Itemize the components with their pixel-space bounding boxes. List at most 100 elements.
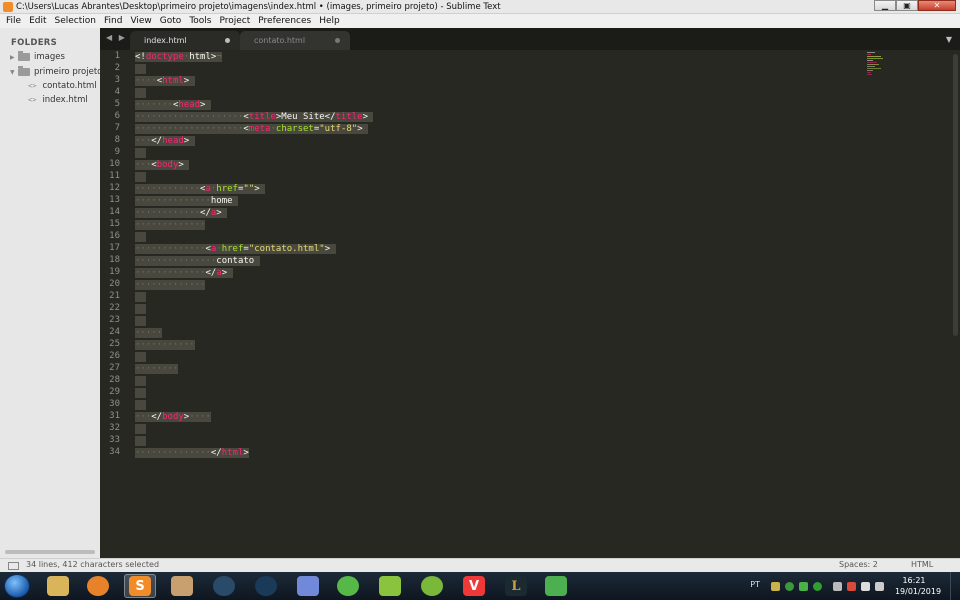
flag-icon[interactable] (847, 582, 856, 591)
line-number: 17 (109, 243, 120, 253)
code-line-19[interactable]: ·············</a> (135, 267, 233, 279)
sidebar-item-contato[interactable]: <> contato.html (28, 81, 97, 91)
menu-find[interactable]: Find (100, 16, 126, 26)
menu-project[interactable]: Project (215, 16, 254, 26)
show-desktop-button[interactable] (950, 572, 960, 600)
tray-app-icon[interactable] (833, 582, 842, 591)
code-line-1[interactable]: <!doctype·html>¬ (135, 51, 222, 63)
code-line-25[interactable]: ··········· (135, 339, 195, 351)
code-line-17[interactable]: ·············<a·href="contato.html"> (135, 243, 336, 255)
code-editor[interactable]: 1 2 3 4 5 6 7 8 9 10 11 12 13 14 15 16 1… (100, 50, 960, 558)
menu-view[interactable]: View (126, 16, 155, 26)
code-line-10[interactable]: ···<body> (135, 159, 190, 171)
tab-nav-arrows[interactable]: ◀ ▶ (106, 33, 127, 42)
menu-help[interactable]: Help (315, 16, 344, 26)
menu-selection[interactable]: Selection (51, 16, 100, 26)
code-line-11[interactable] (135, 171, 146, 183)
code-line-30[interactable] (135, 399, 146, 411)
tab-index-html[interactable]: index.html (130, 31, 240, 50)
code-line-15[interactable]: ············· (135, 219, 206, 231)
code-line-9[interactable] (135, 147, 146, 159)
media-player-icon[interactable] (82, 574, 114, 598)
minimap[interactable] (867, 52, 907, 102)
code-line-20[interactable]: ············· (135, 279, 206, 291)
android-icon[interactable] (374, 574, 406, 598)
code-line-22[interactable] (135, 303, 146, 315)
sidebar-item-index[interactable]: <> index.html (28, 95, 88, 105)
language-indicator[interactable]: PT (750, 580, 760, 589)
windows-start-icon[interactable] (4, 574, 30, 598)
bluestacks-icon[interactable] (540, 574, 572, 598)
code-line-24[interactable]: ····· (135, 327, 163, 339)
code-line-31[interactable]: ···</body>···· (135, 411, 211, 423)
editor-scrollbar[interactable] (953, 54, 958, 336)
tray-app-icon[interactable] (785, 582, 794, 591)
sidebar-item-primeiro-projeto[interactable]: ▼ primeiro projeto (10, 66, 102, 77)
code-line-34[interactable]: ··············</html> (135, 447, 249, 459)
title-bar: C:\Users\Lucas Abrantes\Desktop\primeiro… (0, 0, 960, 14)
menu-edit[interactable]: Edit (25, 16, 50, 26)
steam-icon[interactable] (250, 574, 282, 598)
code-line-32[interactable] (135, 423, 146, 435)
discord-icon[interactable] (292, 574, 324, 598)
menu-goto[interactable]: Goto (156, 16, 186, 26)
code-line-3[interactable]: ····<html> (135, 75, 195, 87)
tray-app-icon[interactable] (771, 582, 780, 591)
utorrent-icon[interactable] (332, 574, 364, 598)
sublime-text-icon[interactable]: S (124, 574, 156, 598)
code-line-4[interactable] (135, 87, 146, 99)
tray-app-icon[interactable] (799, 582, 808, 591)
code-line-26[interactable] (135, 351, 146, 363)
code-line-16[interactable] (135, 231, 146, 243)
code-line-18[interactable]: ···············contato (135, 255, 260, 267)
code-line-27[interactable]: ········ (135, 363, 179, 375)
panel-toggle-icon[interactable] (8, 562, 19, 570)
tab-contato-html[interactable]: contato.html (240, 31, 350, 50)
modified-dot-icon[interactable] (225, 38, 230, 43)
code-line-14[interactable]: ············</a> (135, 207, 228, 219)
menu-preferences[interactable]: Preferences (254, 16, 315, 26)
line-number: 2 (114, 63, 120, 73)
line-number: 11 (109, 171, 120, 181)
steam-alt-icon[interactable] (208, 574, 240, 598)
android-2-icon[interactable] (416, 574, 448, 598)
minimize-button[interactable]: ▁ (874, 0, 896, 11)
volume-icon[interactable] (875, 582, 884, 591)
syntax-setting[interactable]: HTML (911, 560, 933, 569)
triangle-down-icon[interactable]: ▼ (10, 69, 18, 76)
tray-app-icon[interactable] (813, 582, 822, 591)
sublime-app-icon (3, 1, 13, 12)
explorer-icon[interactable] (42, 574, 74, 598)
game-icon[interactable] (166, 574, 198, 598)
code-line-23[interactable] (135, 315, 146, 327)
menu-tools[interactable]: Tools (185, 16, 215, 26)
clock-date[interactable]: 19/01/2019 (894, 587, 942, 596)
code-line-33[interactable] (135, 435, 146, 447)
menu-bar: File Edit Selection Find View Goto Tools… (0, 14, 960, 28)
modified-dot-icon[interactable] (335, 38, 340, 43)
code-line-28[interactable] (135, 375, 146, 387)
code-line-2[interactable] (135, 63, 146, 75)
clock-time[interactable]: 16:21 (894, 576, 934, 585)
sidebar-scrollbar[interactable] (5, 550, 95, 554)
code-line-7[interactable]: ····················<meta·charset="utf-8… (135, 123, 369, 135)
menu-file[interactable]: File (2, 16, 25, 26)
sidebar-item-images[interactable]: ▶ images (10, 51, 65, 62)
triangle-right-icon[interactable]: ▶ (10, 54, 18, 61)
indentation-setting[interactable]: Spaces: 2 (839, 560, 878, 569)
code-line-6[interactable]: ····················<title>Meu Site</tit… (135, 111, 374, 123)
close-button[interactable]: ✕ (918, 0, 956, 11)
code-line-13[interactable]: ··············home (135, 195, 238, 207)
sidebar-item-label: images (34, 52, 65, 62)
maximize-button[interactable]: ▣ (896, 0, 918, 11)
league-icon[interactable]: L (500, 574, 532, 598)
code-line-8[interactable]: ···</head> (135, 135, 195, 147)
code-line-29[interactable] (135, 387, 146, 399)
file-code-icon: <> (28, 82, 37, 90)
tab-list-dropdown-icon[interactable]: ▼ (946, 35, 952, 44)
code-line-5[interactable]: ·······<head> (135, 99, 211, 111)
code-line-12[interactable]: ············<a·href=""> (135, 183, 266, 195)
code-line-21[interactable] (135, 291, 146, 303)
vivaldi-icon[interactable]: V (458, 574, 490, 598)
network-icon[interactable] (861, 582, 870, 591)
